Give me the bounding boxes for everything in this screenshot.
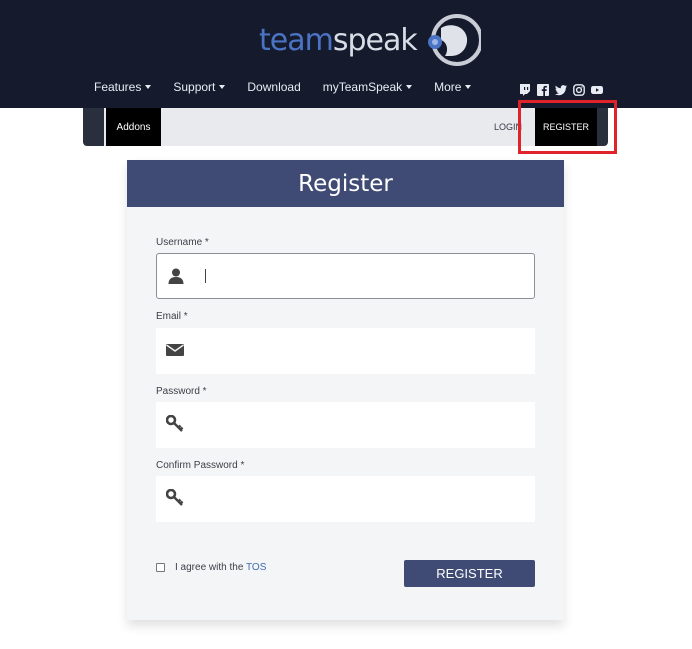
nav-myteamspeak[interactable]: myTeamSpeak (323, 80, 413, 94)
tos-link[interactable]: TOS (246, 562, 266, 573)
chevron-down-icon (219, 85, 226, 89)
chevron-down-icon (145, 85, 152, 89)
instagram-icon[interactable] (573, 83, 585, 96)
chevron-down-icon (406, 85, 413, 89)
confirm-password-label: Confirm Password * (156, 460, 245, 471)
nav-support[interactable]: Support (173, 80, 226, 94)
nav-features[interactable]: Features (94, 80, 152, 94)
password-field[interactable] (156, 402, 535, 448)
username-field[interactable] (156, 253, 535, 299)
highlight-box (518, 100, 617, 154)
youtube-icon[interactable] (591, 83, 603, 95)
tos-checkbox[interactable] (156, 563, 165, 572)
email-label: Email * (156, 311, 188, 322)
register-submit-button[interactable]: REGISTER (404, 560, 535, 587)
nav-more[interactable]: More (434, 80, 472, 94)
key-icon (166, 415, 184, 432)
nav-download[interactable]: Download (247, 80, 300, 94)
facebook-icon[interactable] (537, 83, 549, 96)
text-cursor (205, 269, 206, 283)
email-field[interactable] (156, 328, 535, 374)
site-header: teamspeak Features Support Download myTe… (0, 0, 692, 108)
form-title: Register (127, 160, 564, 207)
logo-text: teamspeak (259, 22, 418, 58)
user-icon (168, 268, 184, 284)
social-links (519, 83, 603, 96)
main-nav: Features Support Download myTeamSpeak Mo… (94, 80, 493, 94)
register-form: Register Username * Email * Password * C… (127, 160, 564, 620)
twitch-icon[interactable] (519, 83, 531, 96)
twitter-icon[interactable] (555, 83, 567, 96)
agree-text: I agree with the (175, 562, 244, 573)
chevron-down-icon (465, 85, 472, 89)
teamspeak-logo[interactable]: teamspeak (259, 12, 481, 68)
nav-addons[interactable]: Addons (106, 108, 161, 146)
confirm-password-field[interactable] (156, 476, 535, 522)
tos-agreement: I agree with the TOS (175, 562, 266, 573)
username-label: Username * (156, 237, 209, 248)
password-label: Password * (156, 386, 207, 397)
logo-mark-icon (427, 14, 481, 66)
envelope-icon (166, 344, 184, 356)
key-icon (166, 489, 184, 506)
